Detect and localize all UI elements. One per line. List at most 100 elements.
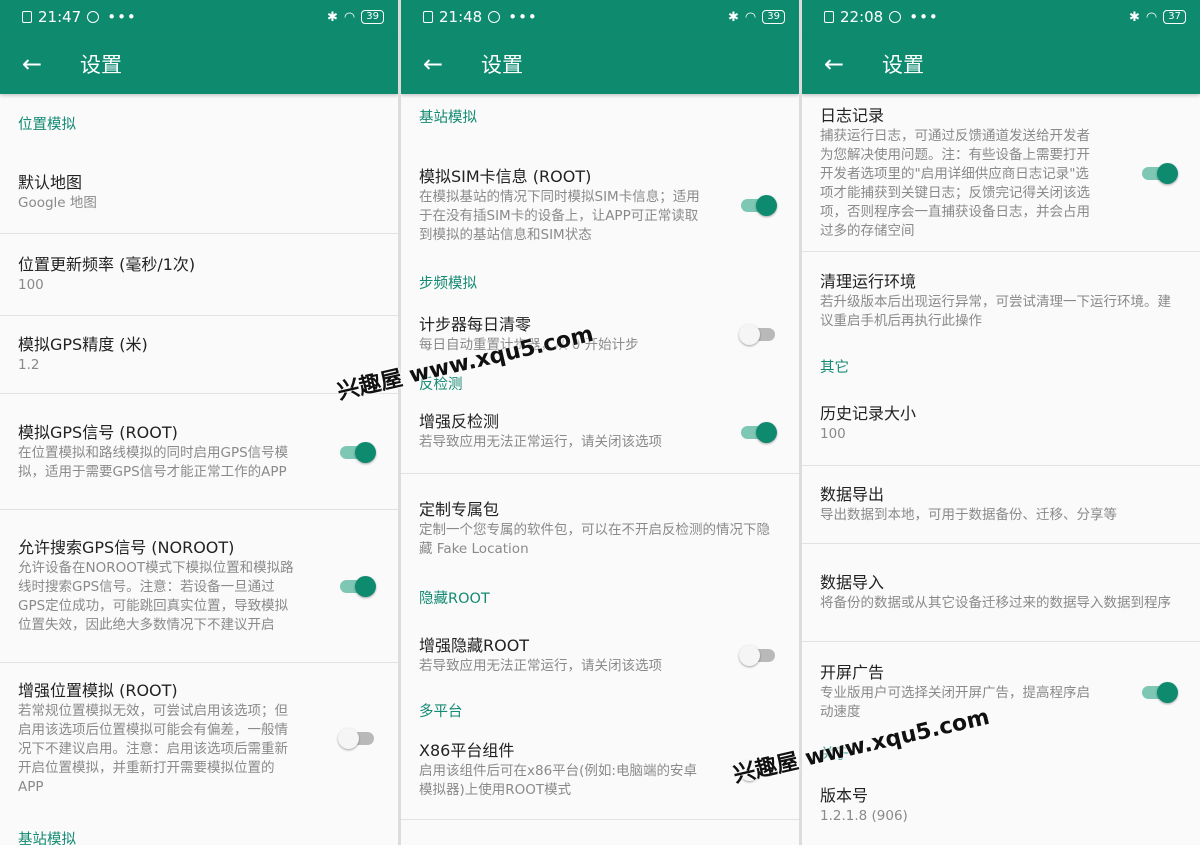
item-summary: 启用该组件后可在x86平台(例如:电脑端的安卓模拟器)上使用ROOT模式 [419,762,697,798]
wifi-icon: ◠ [744,9,757,25]
item-title: 默认地图 [18,173,83,192]
section-header: 其它 [820,359,849,376]
battery-icon: 39 [361,10,384,24]
alarm-icon [87,11,100,23]
section-header: 位置模拟 [18,116,76,133]
toggle-switch[interactable] [340,441,376,463]
section-header: 隐藏ROOT [419,590,490,607]
page-title: 设置 [80,53,122,77]
settings-item[interactable]: 版本号 1.2.1.8 (906) [802,764,1200,845]
more-notifications-icon: ••• [107,8,137,26]
status-icons: ✱ ◠ 37 [1129,10,1186,25]
item-summary: 若导致应用无法正常运行，请关闭该选项 [419,657,662,674]
item-summary: 1.2 [18,357,40,373]
settings-item[interactable]: 模拟SIM卡信息 (ROOT) 在模拟基站的情况下同时模拟SIM卡信息；适用于在没… [401,138,799,272]
settings-item[interactable]: 日志记录 捕获运行日志，可通过反馈通道发送给开发者为您解决使用问题。注：有些设备上… [802,94,1200,252]
settings-item[interactable]: 数据导出导出数据到本地，可用于数据备份、迁移、分享等 [802,466,1200,544]
section-header: 多平台 [419,703,463,720]
battery-icon: 39 [762,10,785,24]
back-arrow-icon[interactable]: ← [0,34,64,94]
battery-icon: 37 [1163,10,1186,24]
status-time: 21:48 [439,8,483,26]
sim-icon [824,11,834,23]
item-title: 数据导出 [820,485,885,504]
item-title: 历史记录大小 [820,404,917,423]
toggle-switch[interactable] [739,323,777,345]
settings-screen-2: 21:48 ••• ✱ ◠ 39 ← 设置基站模拟 模拟SIM卡信息 (ROOT) 在模拟基站的… [401,0,799,845]
item-title: 数据导入 [820,573,885,592]
settings-item[interactable]: 增强位置模拟 (ROOT) 若常规位置模拟无效，可尝试启用该选项；但启用该选项后位… [0,663,398,813]
item-summary: 1.2.1.8 (906) [820,807,908,824]
status-icons: ✱ ◠ 39 [728,10,785,25]
item-title: 日志记录 [820,105,885,125]
item-summary: 若常规位置模拟无效，可尝试启用该选项；但启用该选项后位置模拟可能会有偏差，一般情… [18,702,288,795]
item-title: 清理运行环境 [820,272,917,291]
settings-item[interactable]: 增强隐藏ROOT 若导致应用无法正常运行，请关闭该选项 [401,610,799,700]
toggle-switch[interactable] [338,727,376,749]
settings-screen-3: 22:08 ••• ✱ ◠ 37 ← 设置 日志记录 捕获运行日志，可通过反馈通道发送给开发者为… [802,0,1200,845]
settings-item[interactable]: 清理运行环境若升级版本后出现运行异常，可尝试清理一下运行环境。建议重启手机后再执… [802,252,1200,350]
app-bar: ← 设置 [0,34,398,94]
status-bar: 21:47 ••• ✱ ◠ 39 [0,0,398,34]
switch-knob [756,195,777,216]
settings-item[interactable]: 数据导入将备份的数据或从其它设备迁移过来的数据导入数据到程序 [802,544,1200,642]
bluetooth-icon: ✱ [1129,9,1140,25]
toggle-switch[interactable] [340,575,376,597]
toggle-switch[interactable] [739,644,777,666]
item-title: 计步器每日清零 [419,314,532,334]
section-header: 步频模拟 [419,275,477,292]
back-arrow-icon[interactable]: ← [802,34,866,94]
bluetooth-icon: ✱ [728,9,739,25]
app-bar: ← 设置 [802,34,1200,94]
settings-item[interactable]: 位置更新频率 (毫秒/1次) 100 [0,234,398,316]
item-title: 开屏广告 [820,663,885,682]
settings-item[interactable]: 模拟GPS信号 (ROOT) 在位置模拟和路线模拟的同时启用GPS信号模拟，适用于… [0,394,398,510]
settings-item[interactable]: 增强反检测若导致应用无法正常运行，请关闭该选项 [401,390,799,474]
section-header: 基站模拟 [18,831,76,845]
item-summary: 将备份的数据或从其它设备迁移过来的数据导入数据到程序 [820,595,1171,611]
settings-list[interactable]: 位置模拟 默认地图 Google 地图 位置更新频率 (毫秒/1次) 100 模拟GPS精… [0,94,398,845]
item-summary: 捕获运行日志，可通过反馈通道发送给开发者为您解决使用问题。注：有些设备上需要打开… [820,127,1090,239]
back-arrow-icon[interactable]: ← [401,34,465,94]
toggle-switch[interactable] [741,194,777,216]
switch-knob [355,576,376,597]
item-summary: 专业版用户可选择关闭开屏广告，提高程序启动速度 [820,685,1090,720]
item-title: X86平台组件 [419,740,515,760]
alarm-icon [889,11,902,23]
item-summary: 100 [18,277,44,293]
item-summary: 若导致应用无法正常运行，请关闭该选项 [419,434,662,450]
switch-knob [338,728,359,749]
app-bar: ← 设置 [401,34,799,94]
item-summary: 在位置模拟和路线模拟的同时启用GPS信号模拟，适用于需要GPS信号才能正常工作的… [18,444,289,480]
item-summary: 导出数据到本地，可用于数据备份、迁移、分享等 [820,507,1117,523]
settings-item[interactable]: 默认地图 Google 地图 [0,152,398,234]
settings-item[interactable]: 允许搜索GPS信号 (NOROOT) 允许设备在NOROOT模式下模拟位置和模拟路… [0,510,398,663]
more-notifications-icon: ••• [508,8,538,26]
item-title: 增强位置模拟 (ROOT) [18,680,178,700]
toggle-switch[interactable] [1142,162,1178,184]
item-summary: 定制一个您专属的软件包，可以在不开启反检测的情况下隐藏 Fake Locatio… [419,522,770,557]
item-summary: 100 [820,426,846,442]
more-notifications-icon: ••• [909,8,939,26]
status-time: 21:47 [38,8,82,26]
switch-knob [1157,682,1178,703]
item-title: 增强隐藏ROOT [419,635,530,655]
wifi-icon: ◠ [1145,9,1158,25]
page-title: 设置 [481,53,523,77]
settings-item[interactable]: 定制专属包定制一个您专属的软件包，可以在不开启反检测的情况下隐藏 Fake Lo… [401,474,799,584]
item-title: 增强反检测 [419,412,500,431]
item-title: 定制专属包 [419,500,500,519]
settings-list[interactable]: 基站模拟 模拟SIM卡信息 (ROOT) 在模拟基站的情况下同时模拟SIM卡信息；适… [401,94,799,820]
item-title: 模拟SIM卡信息 (ROOT) [419,166,592,186]
item-title: 允许搜索GPS信号 (NOROOT) [18,538,235,557]
item-summary: 若升级版本后出现运行异常，可尝试清理一下运行环境。建议重启手机后再执行此操作 [820,294,1171,329]
switch-knob [739,324,760,345]
toggle-switch[interactable] [1142,681,1178,703]
switch-knob [739,645,760,666]
switch-knob [1157,162,1178,184]
status-bar: 22:08 ••• ✱ ◠ 37 [802,0,1200,34]
item-title: 版本号 [820,785,869,805]
wifi-icon: ◠ [343,9,356,25]
toggle-switch[interactable] [741,421,777,443]
settings-item[interactable]: 历史记录大小 100 [802,382,1200,466]
